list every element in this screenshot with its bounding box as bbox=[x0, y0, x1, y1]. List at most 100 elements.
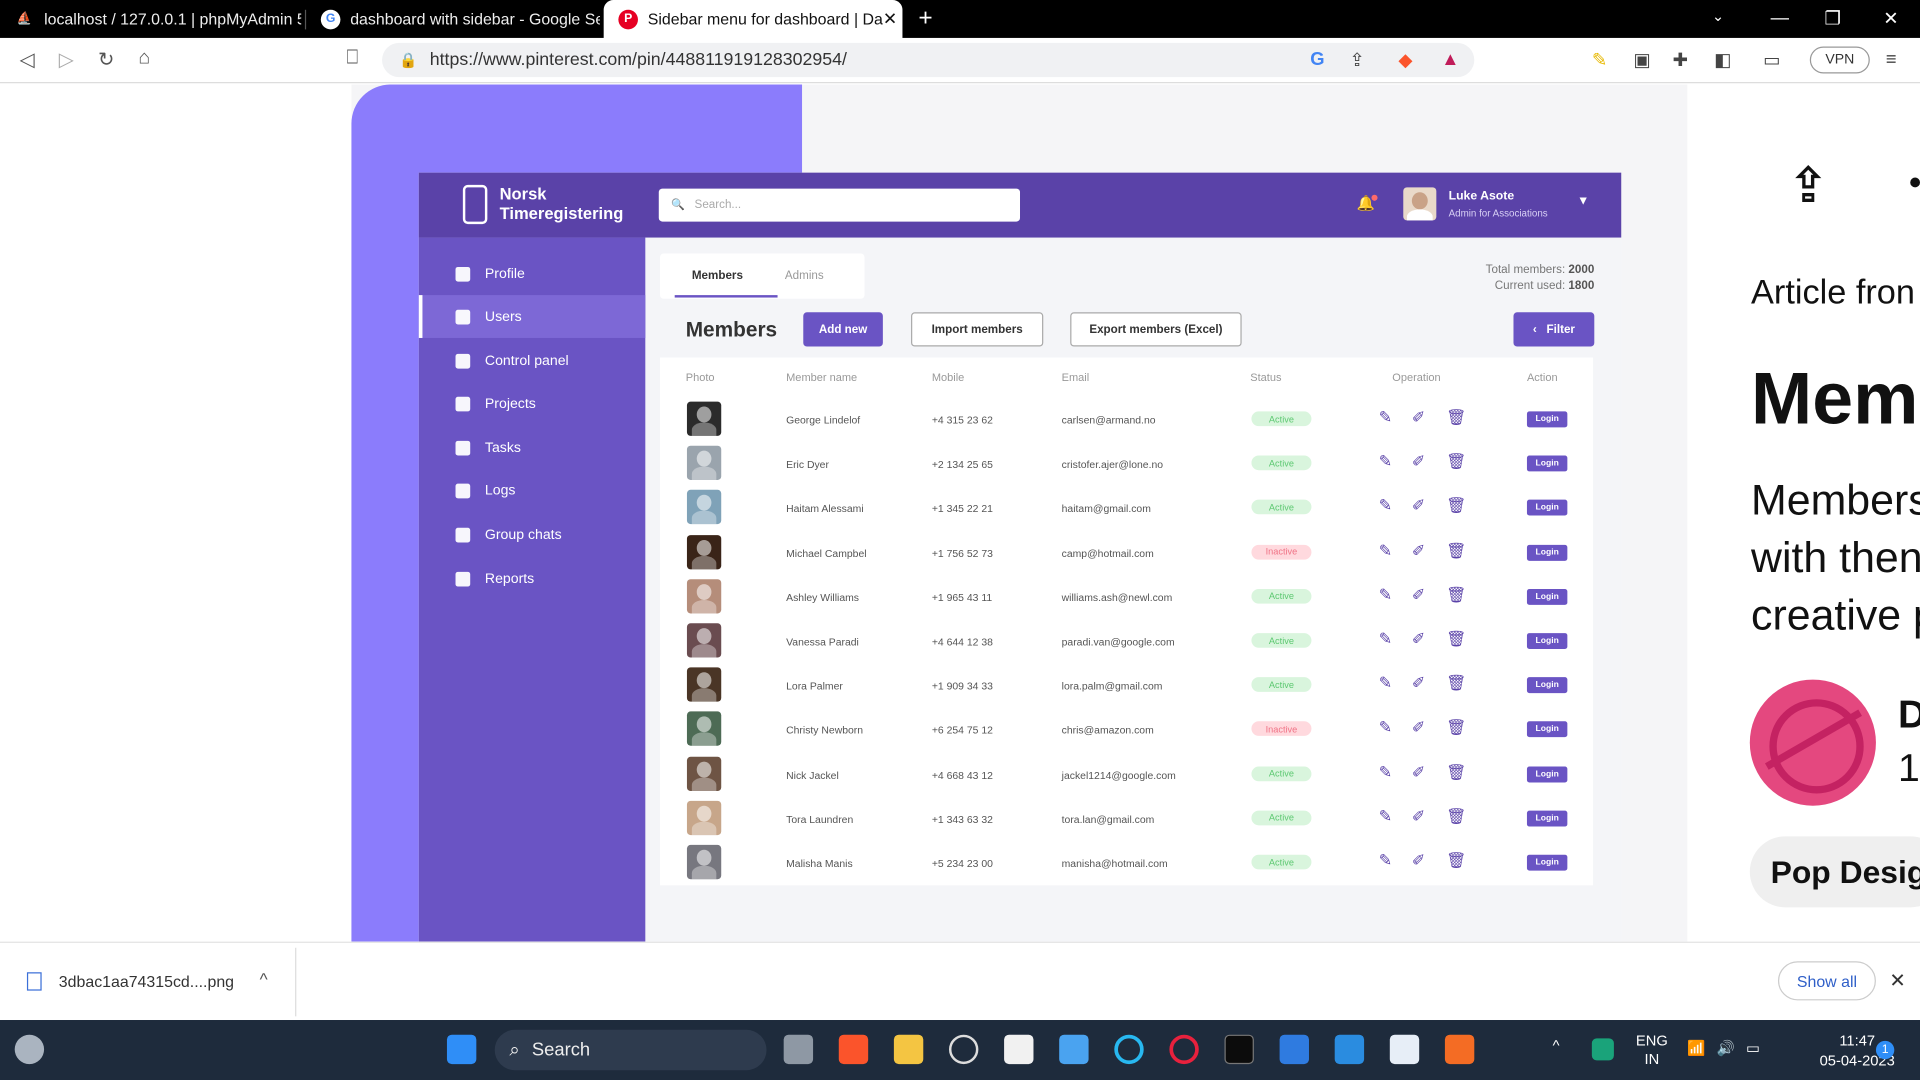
close-icon[interactable]: ✕ bbox=[1889, 969, 1905, 993]
wifi-icon[interactable]: 📶 bbox=[1687, 1040, 1705, 1058]
trash-icon[interactable]: 🗑 bbox=[1446, 763, 1466, 781]
tab-members[interactable]: Members bbox=[692, 269, 743, 282]
google-lens-icon[interactable]: G bbox=[1310, 49, 1324, 70]
edit-note-icon[interactable]: ✎ bbox=[1379, 541, 1392, 559]
brave-rewards-icon[interactable]: ▲ bbox=[1441, 49, 1459, 70]
pencil-icon[interactable]: ✐ bbox=[1412, 453, 1425, 470]
login-button[interactable]: Login bbox=[1526, 854, 1568, 871]
wallet-icon[interactable]: ▭ bbox=[1763, 49, 1780, 71]
sidebar-item-projects[interactable]: Projects bbox=[419, 382, 646, 425]
import-members-button[interactable]: Import members bbox=[911, 312, 1044, 347]
pencil-icon[interactable]: ✐ bbox=[1412, 586, 1425, 603]
sidebar-item-control-panel[interactable]: Control panel bbox=[419, 339, 646, 382]
picture-in-picture-icon[interactable]: ▣ bbox=[1633, 49, 1650, 71]
back-icon[interactable]: ◁ bbox=[20, 48, 35, 72]
sidebar-item-users[interactable]: Users bbox=[418, 295, 646, 338]
task-view-icon[interactable] bbox=[783, 1034, 814, 1065]
pencil-icon[interactable]: ✐ bbox=[1412, 630, 1425, 648]
vpn-button[interactable]: VPN bbox=[1809, 46, 1870, 74]
notification-badge[interactable]: 1 bbox=[1875, 1040, 1895, 1060]
edit-note-icon[interactable]: ✎ bbox=[1379, 719, 1392, 736]
brave-browser-icon[interactable] bbox=[838, 1034, 869, 1065]
chevron-up-icon[interactable]: ^ bbox=[260, 970, 268, 990]
dashboard-search-input[interactable]: 🔍 Search... bbox=[658, 188, 1021, 222]
export-members-button[interactable]: Export members (Excel) bbox=[1070, 312, 1242, 347]
trash-icon[interactable]: 🗑 bbox=[1446, 541, 1466, 559]
trash-icon[interactable]: 🗑 bbox=[1446, 719, 1466, 736]
show-all-button[interactable]: Show all bbox=[1777, 961, 1876, 1001]
pencil-icon[interactable]: ✐ bbox=[1412, 497, 1425, 515]
sidebar-item-tasks[interactable]: Tasks bbox=[419, 426, 646, 469]
edit-note-icon[interactable]: ✎ bbox=[1379, 674, 1392, 692]
author-name[interactable]: D bbox=[1898, 692, 1920, 737]
trash-icon[interactable]: 🗑 bbox=[1446, 408, 1466, 426]
edit-note-icon[interactable]: ✎ bbox=[1379, 453, 1392, 470]
login-button[interactable]: Login bbox=[1526, 810, 1568, 827]
tab-google[interactable]: G dashboard with sidebar - Google Sear bbox=[306, 0, 600, 38]
tab-pinterest[interactable]: P Sidebar menu for dashboard | Da ✕ bbox=[603, 0, 903, 38]
new-tab-button[interactable]: + bbox=[918, 5, 932, 33]
trash-icon[interactable]: 🗑 bbox=[1446, 674, 1466, 692]
pencil-icon[interactable]: ✐ bbox=[1412, 541, 1425, 559]
taskbar-search[interactable]: ⌕ Search bbox=[494, 1029, 767, 1071]
sidebar-item-profile[interactable]: Profile bbox=[419, 252, 646, 295]
dell-icon[interactable] bbox=[948, 1034, 979, 1065]
sidebar-item-logs[interactable]: Logs bbox=[419, 469, 646, 512]
pencil-icon[interactable]: ✐ bbox=[1412, 807, 1425, 825]
todo-icon[interactable] bbox=[1279, 1034, 1309, 1065]
edit-note-icon[interactable]: ✎ bbox=[1379, 408, 1392, 426]
trash-icon[interactable]: 🗑 bbox=[1446, 453, 1466, 470]
bookmark-icon[interactable]: ⎕ bbox=[347, 48, 359, 70]
edit-note-icon[interactable]: ✎ bbox=[1379, 763, 1392, 781]
tab-search-icon[interactable]: ⌄ bbox=[1712, 7, 1724, 24]
trash-icon[interactable]: 🗑 bbox=[1446, 630, 1466, 648]
sidebar-item-group-chats[interactable]: Group chats bbox=[419, 513, 646, 556]
login-button[interactable]: Login bbox=[1526, 544, 1568, 561]
filter-button[interactable]: ‹ Filter bbox=[1513, 312, 1595, 347]
language-indicator[interactable]: ENG IN bbox=[1636, 1032, 1668, 1069]
extensions-puzzle-icon[interactable]: ✚ bbox=[1673, 49, 1688, 71]
add-new-button[interactable]: Add new bbox=[803, 312, 883, 347]
share-icon[interactable]: ⇪ bbox=[1349, 49, 1364, 71]
pencil-icon[interactable]: ✐ bbox=[1412, 852, 1425, 869]
bell-icon[interactable]: 🔔 bbox=[1357, 194, 1378, 212]
edit-note-icon[interactable]: ✎ bbox=[1379, 852, 1392, 869]
volume-icon[interactable]: 🔊 bbox=[1717, 1040, 1735, 1058]
login-button[interactable]: Login bbox=[1526, 500, 1568, 516]
notepad-icon[interactable] bbox=[1059, 1034, 1089, 1065]
chevron-up-icon[interactable]: ^ bbox=[1553, 1037, 1560, 1055]
minimize-icon[interactable]: — bbox=[1771, 7, 1789, 28]
chevron-down-icon[interactable]: ▼ bbox=[1577, 195, 1589, 208]
pencil-icon[interactable]: ✐ bbox=[1412, 763, 1425, 781]
trash-icon[interactable]: 🗑 bbox=[1446, 807, 1466, 825]
maximize-icon[interactable]: ❐ bbox=[1825, 7, 1841, 30]
sidebar-item-reports[interactable]: Reports bbox=[419, 557, 646, 600]
home-icon[interactable]: ⌂ bbox=[138, 48, 150, 70]
trash-icon[interactable]: 🗑 bbox=[1446, 852, 1466, 869]
more-options-icon[interactable] bbox=[1910, 177, 1920, 188]
reload-icon[interactable]: ↻ bbox=[98, 48, 114, 72]
tab-phpmyadmin[interactable]: ⛵ localhost / 127.0.0.1 | phpMyAdmin 5. bbox=[0, 0, 301, 38]
weather-icon[interactable] bbox=[14, 1034, 45, 1065]
login-button[interactable]: Login bbox=[1526, 588, 1568, 605]
trash-icon[interactable]: 🗑 bbox=[1446, 586, 1466, 603]
login-button[interactable]: Login bbox=[1526, 633, 1568, 649]
forward-icon[interactable]: ▷ bbox=[59, 48, 74, 72]
microsoft-store-icon[interactable] bbox=[1004, 1034, 1034, 1065]
edit-note-icon[interactable]: ✎ bbox=[1379, 630, 1392, 648]
pencil-icon[interactable]: ✐ bbox=[1412, 674, 1425, 692]
pop-design-button[interactable]: Pop Design bbox=[1749, 836, 1920, 908]
menu-icon[interactable]: ≡ bbox=[1886, 49, 1897, 70]
sidebar-toggle-icon[interactable]: ◧ bbox=[1714, 49, 1731, 71]
edit-note-icon[interactable]: ✎ bbox=[1379, 586, 1392, 603]
login-button[interactable]: Login bbox=[1526, 677, 1568, 694]
download-item[interactable]: 3dbac1aa74315cd....png bbox=[26, 972, 234, 991]
share-icon[interactable]: ⇪ bbox=[1788, 158, 1829, 214]
login-button[interactable]: Login bbox=[1526, 721, 1568, 738]
terminal-icon[interactable] bbox=[1224, 1034, 1254, 1065]
avatar[interactable] bbox=[1403, 187, 1437, 221]
opera-icon[interactable] bbox=[1169, 1034, 1199, 1065]
edit-note-icon[interactable]: ✎ bbox=[1379, 497, 1392, 515]
extension-icon[interactable]: ✎ bbox=[1592, 49, 1607, 71]
login-button[interactable]: Login bbox=[1526, 455, 1568, 472]
